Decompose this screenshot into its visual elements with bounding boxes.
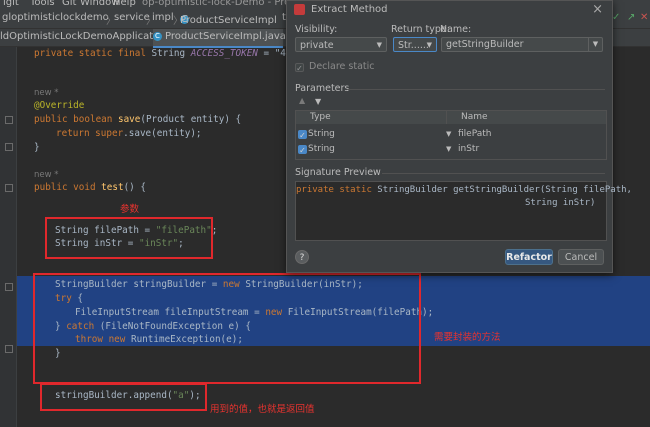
usage-hint: new *	[34, 88, 59, 98]
code-line-test-signature: public void test() {	[34, 182, 146, 193]
column-header-name[interactable]: Name	[446, 111, 606, 124]
declare-static-checkbox[interactable]: ✓	[295, 63, 304, 73]
breadcrumb-impl[interactable]: impl	[152, 12, 174, 23]
breadcrumb-project[interactable]: gloptimisticlockdemo	[2, 12, 109, 23]
extract-highlight-box	[33, 273, 421, 384]
signature-preview: private static StringBuilder getStringBu…	[295, 181, 632, 241]
declare-static-label: Declare static	[309, 61, 375, 72]
chevron-down-icon[interactable]: ▼	[446, 127, 451, 141]
params-highlight-box	[45, 217, 213, 259]
code-line-save-signature: public boolean save(Product entity) {	[34, 114, 242, 125]
chevron-down-icon: ▼	[376, 41, 382, 49]
editor-gutter	[0, 47, 17, 427]
cancel-button[interactable]: Cancel	[558, 249, 604, 265]
param-checkbox[interactable]: ✓	[298, 145, 307, 155]
move-up-icon[interactable]: ▲	[299, 96, 305, 105]
code-line-brace: }	[34, 142, 40, 153]
code-line-field: private static final String ACCESS_TOKEN…	[34, 48, 314, 59]
code-line-override: @Override	[34, 100, 85, 111]
divider	[347, 89, 605, 90]
params-annotation: 参数	[120, 204, 140, 215]
name-label: Name:	[440, 24, 472, 35]
code-line-save-body: return super.save(entity);	[56, 128, 202, 139]
divider	[382, 173, 605, 174]
signature-line: private static StringBuilder getStringBu…	[296, 185, 632, 195]
close-icon[interactable]: ×	[592, 2, 603, 17]
fold-icon[interactable]	[5, 143, 13, 151]
menu-item-tools[interactable]: Tools	[30, 0, 55, 8]
fold-icon[interactable]	[5, 345, 13, 353]
arrow-up-right-icon[interactable]: ↗	[627, 12, 635, 23]
method-name-input[interactable]: getStringBuilder ▼	[441, 37, 603, 52]
fold-icon[interactable]	[5, 116, 13, 124]
refactor-button[interactable]: Refactor	[505, 249, 553, 265]
table-row[interactable]: ✓ String ▼ inStr	[296, 142, 606, 156]
return-annotation: 用到的值，也就是返回值	[210, 404, 315, 415]
return-highlight-box	[40, 383, 207, 411]
tab-application[interactable]: ldOptimisticLockDemoApplication.java ×	[0, 29, 206, 46]
parameters-table: Type Name ✓ String ▼ filePath ✓ String ▼…	[295, 110, 607, 160]
table-row[interactable]: ✓ String ▼ filePath	[296, 127, 606, 141]
breadcrumb-service[interactable]: service	[114, 12, 150, 23]
run-icon[interactable]: ✓	[612, 12, 620, 23]
extract-method-icon	[294, 4, 305, 15]
tab-product-service-impl[interactable]: C ProductServiceImpl.java	[153, 29, 286, 48]
chevron-down-icon[interactable]: ▼	[446, 142, 451, 156]
menu-item-help[interactable]: Help	[113, 0, 136, 8]
visibility-select[interactable]: private ▼	[295, 37, 387, 52]
param-checkbox[interactable]: ✓	[298, 130, 307, 140]
class-icon: C	[153, 31, 162, 41]
return-type-select[interactable]: Str...... ▼	[393, 37, 437, 52]
fold-icon[interactable]	[5, 283, 13, 291]
dialog-title-bar: Extract Method ×	[287, 1, 612, 19]
parameters-label: Parameters	[295, 83, 350, 94]
chevron-down-icon: ▼	[426, 41, 432, 49]
signature-line: String inStr)	[525, 198, 596, 208]
help-button[interactable]: ?	[295, 250, 309, 264]
signature-preview-label: Signature Preview	[295, 167, 381, 178]
usage-hint: new *	[34, 170, 59, 180]
visibility-label: Visibility:	[295, 24, 338, 35]
menu-item-git[interactable]: Git	[62, 0, 76, 8]
dialog-title: Extract Method	[311, 4, 388, 15]
fold-icon[interactable]	[5, 184, 13, 192]
chevron-down-icon[interactable]: ▼	[588, 38, 602, 51]
menu-item[interactable]: igit	[3, 0, 19, 8]
move-down-icon[interactable]: ▼	[315, 97, 321, 106]
extract-annotation: 需要封装的方法	[434, 332, 501, 343]
extract-method-dialog: Extract Method × Visibility: private ▼ Re…	[286, 0, 632, 273]
column-header-type[interactable]: Type	[296, 111, 446, 124]
close-icon[interactable]: ✕	[640, 12, 648, 23]
